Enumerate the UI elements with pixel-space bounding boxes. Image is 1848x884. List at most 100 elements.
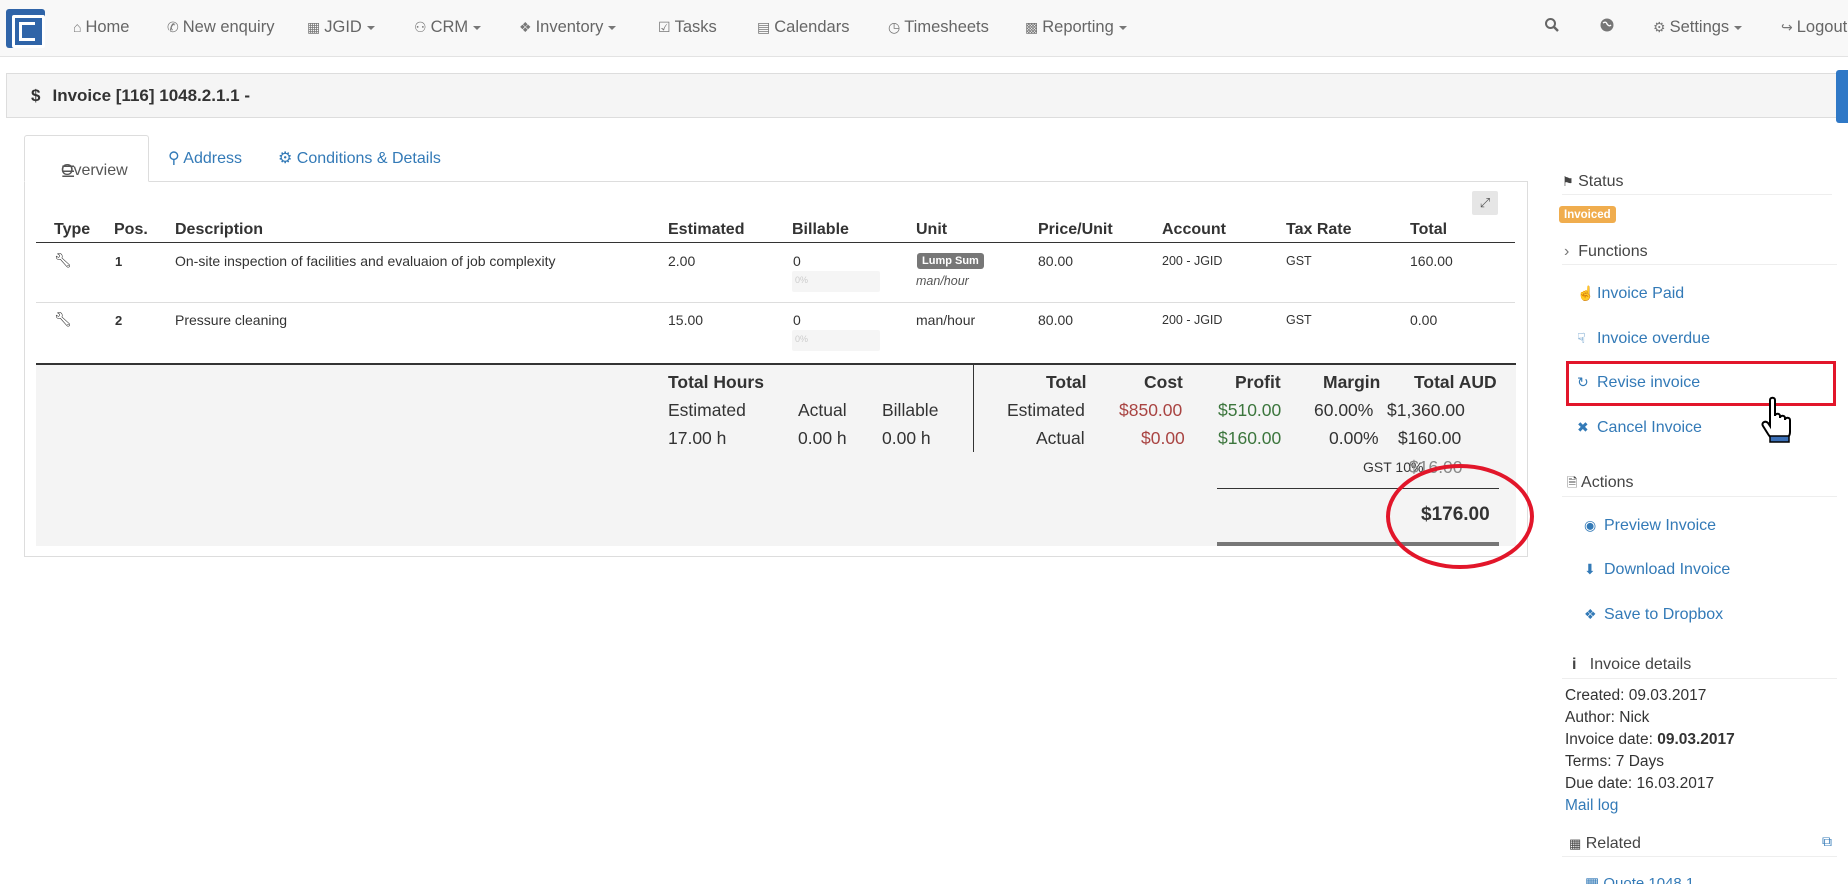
file-icon: ▦ [1569,836,1582,851]
actions-heading: 🗎︎ Actions [1567,474,1634,491]
created-date: Created: 09.03.2017 [1565,687,1707,704]
functions-heading[interactable]: › Functions [1564,243,1648,261]
side-panel-toggle[interactable] [1836,70,1848,123]
row-divider [36,302,1515,303]
estimated-profit: $510.00 [1218,400,1282,420]
tab-overview[interactable]: ☰ Overview [24,135,149,182]
chevron-down-icon [1734,25,1743,30]
page-header: $ Invoice [116] 1048.2.1.1 - [6,73,1848,118]
actions-divider [1562,496,1837,497]
billable-progress-bar: 0% [792,271,880,292]
download-invoice-link[interactable]: ⬇ Download Invoice [1584,561,1730,579]
chevron-down-icon [608,25,617,30]
nav-inventory[interactable]: ❖ Inventory [519,18,617,37]
nav-new-enquiry[interactable]: ✆ New enquiry [167,18,274,37]
functions-divider [1562,264,1837,265]
clock-icon: ◷ [888,19,901,35]
actual-cost: $0.00 [1141,428,1185,448]
cubes-icon: ❖ [519,19,532,35]
map-marker-icon: ⚲ [168,150,180,167]
invoice-date: Invoice date: 09.03.2017 [1565,731,1735,748]
gear-icon: ⚙ [1653,19,1666,35]
search-icon [1545,18,1559,32]
summary-divider [973,364,974,452]
terms: Terms: 7 Days [1565,753,1665,770]
header-divider [36,242,1515,243]
check-square-icon: ☑ [658,19,671,35]
lump-sum-badge: Lump Sum [917,253,984,269]
nav-home[interactable]: ⌂ Home [73,18,129,37]
col-total: Total [1410,221,1448,238]
col-unit: Unit [916,221,948,238]
chevron-down-icon [473,25,482,30]
compress-button[interactable]: ⤢ [1472,191,1498,215]
status-divider [1562,194,1832,195]
nav-reporting[interactable]: ▩ Reporting [1025,18,1127,37]
tag-icon: ⚑ [1562,174,1574,189]
invoice-overdue-link[interactable]: ☟ Invoice overdue [1577,330,1710,348]
invoice-summary [36,363,1516,546]
search-button[interactable] [1544,17,1560,38]
author: Author: Nick [1565,709,1650,726]
cancel-invoice-link[interactable]: ✖ Cancel Invoice [1577,419,1702,437]
row-description: Pressure cleaning [175,312,288,328]
eye-icon: ◉ [1584,517,1597,533]
row-description: On-site inspection of facilities and eva… [175,253,556,269]
bar-chart-icon: ▩ [1025,19,1039,35]
top-navbar: ⌂ Home ✆ New enquiry ▦ JGID ⚇ CRM ❖ Inventory… [0,0,1848,57]
hours-estimated: 17.00 h [668,428,727,448]
related-heading: ▦ Related [1569,835,1641,852]
col-pos: Pos. [114,221,148,238]
calendar-icon: ▤ [757,19,771,35]
phone-icon: ✆ [167,19,179,35]
mail-log-link[interactable]: Mail log [1565,797,1618,815]
chevron-down-icon [1118,25,1127,30]
thumbs-up-icon: ☝ [1577,285,1595,301]
external-link-icon[interactable]: ⧉ [1822,833,1832,850]
wrench-icon: 🔧︎ [54,311,72,327]
col-description: Description [175,221,264,238]
tab-conditions-details[interactable]: ⚙ Conditions & Details [278,148,441,168]
file-icon: ▦ [1585,875,1600,884]
status-heading: ⚑ Status [1562,173,1624,190]
dollar-icon: $ [31,86,41,105]
app-logo[interactable] [6,9,45,48]
nav-jgid[interactable]: ▦ JGID [307,18,375,37]
nav-calendars[interactable]: ▤ Calendars [757,18,849,37]
related-divider [1562,856,1837,857]
estimated-total: $1,360.00 [1387,400,1465,420]
compress-icon: ⤢ [1479,195,1491,210]
nav-logout[interactable]: ↪ Logout [1781,18,1847,37]
language-button[interactable] [1599,17,1615,38]
hours-actual: 0.00 h [798,428,847,448]
col-estimated: Estimated [668,221,745,238]
save-to-dropbox-link[interactable]: ❖ Save to Dropbox [1584,606,1723,624]
download-icon: ⬇ [1584,561,1596,577]
highlight-rectangle [1566,361,1836,406]
hand-cursor-icon [1761,396,1791,443]
col-account: Account [1162,221,1226,238]
col-billable: Billable [792,221,849,238]
col-tax-rate: Tax Rate [1286,221,1352,238]
jgid-icon: ▦ [307,19,321,35]
nav-timesheets[interactable]: ◷ Timesheets [888,18,989,37]
highlight-circle [1386,464,1534,569]
page-title: $ Invoice [116] 1048.2.1.1 - [31,86,250,105]
col-type: Type [54,221,91,238]
nav-tasks[interactable]: ☑ Tasks [658,18,717,37]
globe-icon [1600,18,1614,32]
sign-out-icon: ↪ [1781,19,1793,35]
related-quote-link[interactable]: ▦ Quote 1048.1 [1585,874,1694,884]
actual-total: $160.00 [1398,428,1462,448]
preview-invoice-link[interactable]: ◉ Preview Invoice [1584,517,1716,535]
nav-crm[interactable]: ⚇ CRM [414,18,482,37]
wrench-icon: 🔧︎ [54,252,72,268]
chevron-right-icon: › [1564,243,1570,260]
dropbox-icon: ❖ [1584,606,1597,622]
billable-progress-bar: 0% [792,330,880,351]
nav-settings[interactable]: ⚙ Settings [1653,18,1743,37]
tab-address[interactable]: ⚲ Address [168,148,242,168]
due-date: Due date: 16.03.2017 [1565,775,1715,792]
estimated-margin: 60.00% [1314,400,1374,420]
invoice-paid-link[interactable]: ☝ Invoice Paid [1577,285,1684,303]
